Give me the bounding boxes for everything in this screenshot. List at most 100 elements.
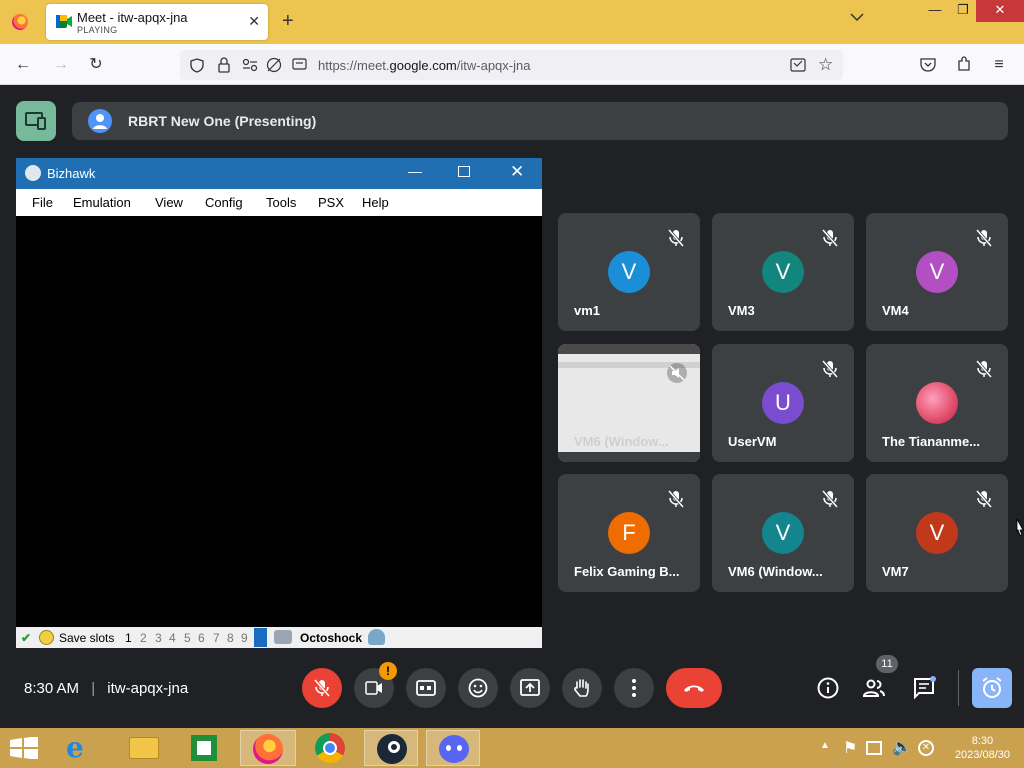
- menu-psx[interactable]: PSX: [318, 195, 344, 210]
- chevron-up-icon[interactable]: ▲: [820, 740, 830, 751]
- windows-start-icon[interactable]: [10, 737, 38, 759]
- leave-call-button[interactable]: [666, 668, 722, 708]
- mouse-cursor-icon: [1016, 518, 1024, 536]
- close-tab-icon[interactable]: ✕: [248, 13, 260, 30]
- mic-off-icon: [822, 229, 838, 247]
- back-icon[interactable]: ←: [14, 56, 32, 74]
- autoplay-blocked-icon[interactable]: [266, 57, 282, 73]
- browser-nav-bar: ← → ↻ https://meet.google.com/itw-apqx-j…: [0, 44, 1024, 85]
- save-slot-4[interactable]: 4: [169, 631, 176, 645]
- notifications-icon[interactable]: ✕: [918, 740, 934, 756]
- save-slot-8[interactable]: 8: [227, 631, 234, 645]
- discord-icon[interactable]: [426, 730, 480, 766]
- menu-config[interactable]: Config: [205, 195, 243, 210]
- new-tab-icon[interactable]: +: [282, 10, 294, 33]
- participant-tile-screen-share[interactable]: VM6 (Window...: [558, 344, 700, 462]
- menu-file[interactable]: File: [32, 195, 53, 210]
- bizhawk-status-bar: ✔ Save slots 1 2 3 4 5 6 7 8 9 Octoshock: [16, 627, 542, 648]
- mic-toggle-button[interactable]: [302, 668, 342, 708]
- activities-button[interactable]: [972, 668, 1012, 708]
- avatar: U: [762, 382, 804, 424]
- store-icon[interactable]: [180, 730, 228, 766]
- participant-tile[interactable]: V VM7: [866, 474, 1008, 592]
- menu-help[interactable]: Help: [362, 195, 389, 210]
- steam-icon[interactable]: [364, 730, 418, 766]
- file-explorer-icon[interactable]: [120, 730, 168, 766]
- reactions-button[interactable]: [458, 668, 498, 708]
- present-now-button[interactable]: [510, 668, 550, 708]
- participant-tile[interactable]: V VM3: [712, 213, 854, 331]
- reload-icon[interactable]: ↻: [87, 56, 105, 74]
- page-info-icon[interactable]: [292, 58, 307, 72]
- people-icon[interactable]: [862, 676, 886, 700]
- chrome-icon[interactable]: [306, 730, 354, 766]
- participant-name: VM4: [882, 303, 909, 318]
- menu-icon[interactable]: ≡: [990, 56, 1008, 74]
- meet-control-bar: 8:30 AM | itw-apqx-jna ! 11: [0, 655, 1024, 720]
- person-icon: [93, 114, 107, 129]
- firefox-taskbar-icon[interactable]: [240, 730, 296, 766]
- camera-toggle-button[interactable]: !: [354, 662, 397, 708]
- shield-icon[interactable]: [190, 58, 204, 73]
- bookmark-star-icon[interactable]: ☆: [818, 55, 833, 75]
- menu-view[interactable]: View: [155, 195, 183, 210]
- participant-tile[interactable]: F Felix Gaming B...: [558, 474, 700, 592]
- firefox-icon[interactable]: [12, 14, 28, 30]
- menu-emulation[interactable]: Emulation: [73, 195, 131, 210]
- avatar: V: [916, 251, 958, 293]
- save-slot-5[interactable]: 5: [184, 631, 191, 645]
- chat-icon[interactable]: [912, 676, 936, 700]
- save-slot-3[interactable]: 3: [155, 631, 162, 645]
- participant-tile[interactable]: V VM4: [866, 213, 1008, 331]
- meeting-info: 8:30 AM | itw-apqx-jna: [24, 680, 188, 697]
- raise-hand-button[interactable]: [562, 668, 602, 708]
- presentation-layout-button[interactable]: [16, 101, 56, 141]
- avatar: F: [608, 512, 650, 554]
- mic-off-icon: [976, 229, 992, 247]
- save-slot-2[interactable]: 2: [140, 631, 147, 645]
- save-slot-7[interactable]: 7: [213, 631, 220, 645]
- flag-icon[interactable]: ⚑: [843, 738, 857, 758]
- url-text: https://meet.google.com/itw-apqx-jna: [318, 58, 531, 73]
- volume-muted-icon[interactable]: 🔈: [892, 737, 912, 757]
- shared-screen-footer: [558, 452, 700, 462]
- mic-off-icon: [313, 679, 331, 697]
- url-bar[interactable]: https://meet.google.com/itw-apqx-jna ☆: [180, 50, 843, 80]
- bizhawk-window[interactable]: Bizhawk — ✕ File Emulation View Config T…: [16, 158, 542, 648]
- save-slot-9[interactable]: 9: [241, 631, 248, 645]
- phone-hangup-icon: [684, 685, 704, 692]
- permissions-icon[interactable]: [242, 58, 258, 72]
- maximize-icon[interactable]: [458, 166, 470, 177]
- avatar: V: [608, 251, 650, 293]
- participant-tile[interactable]: V vm1: [558, 213, 700, 331]
- participant-tile[interactable]: The Tiananme...: [866, 344, 1008, 462]
- participant-tile[interactable]: V VM6 (Window...: [712, 474, 854, 592]
- save-slot-6[interactable]: 6: [198, 631, 205, 645]
- more-options-button[interactable]: [614, 668, 654, 708]
- minimize-icon[interactable]: —: [408, 163, 422, 179]
- reader-view-icon[interactable]: [790, 58, 806, 72]
- lock-icon[interactable]: [218, 57, 230, 73]
- meeting-details-icon[interactable]: [816, 676, 840, 700]
- close-icon[interactable]: ✕: [510, 162, 524, 182]
- system-clock[interactable]: 8:30 2023/08/30: [955, 734, 1010, 762]
- user-icon: [368, 629, 385, 645]
- save-slot-1[interactable]: 1: [125, 631, 132, 645]
- pocket-icon[interactable]: [920, 57, 936, 72]
- extensions-icon[interactable]: [956, 56, 972, 72]
- menu-tools[interactable]: Tools: [266, 195, 296, 210]
- tab-meet[interactable]: Meet - itw-apqx-jna PLAYING ✕: [46, 4, 268, 40]
- save-slot-icon: [39, 630, 54, 645]
- forward-icon[interactable]: →: [52, 56, 70, 74]
- emulator-screen[interactable]: [16, 216, 542, 627]
- current-time: 8:30 AM: [24, 680, 80, 697]
- chevron-down-icon[interactable]: [850, 12, 864, 22]
- captions-button[interactable]: [406, 668, 446, 708]
- network-icon[interactable]: [866, 741, 882, 755]
- close-window-icon[interactable]: ✕: [976, 0, 1024, 22]
- internet-explorer-icon[interactable]: e: [58, 730, 106, 766]
- bizhawk-title-bar[interactable]: Bizhawk — ✕: [16, 158, 542, 189]
- participant-tile[interactable]: U UserVM: [712, 344, 854, 462]
- mic-off-icon: [822, 360, 838, 378]
- slot-0-indicator[interactable]: [254, 628, 267, 647]
